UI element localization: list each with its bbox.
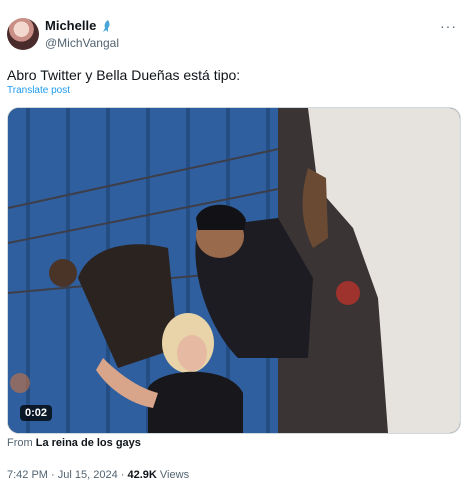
tweet-text: Abro Twitter y Bella Dueñas está tipo:: [7, 67, 241, 83]
meta-separator: ·: [51, 469, 55, 481]
author-handle[interactable]: @MichVangal: [45, 36, 119, 50]
media-source-link[interactable]: La reina de los gays: [36, 437, 141, 449]
more-options-icon[interactable]: ···: [440, 18, 457, 34]
tweet-date[interactable]: Jul 15, 2024: [58, 469, 118, 481]
avatar[interactable]: [7, 18, 39, 50]
mermaid-emoji-icon: [103, 19, 110, 32]
author-display-name[interactable]: Michelle: [45, 18, 96, 33]
views-label: Views: [159, 469, 190, 481]
video-frame: [8, 108, 460, 433]
video-player[interactable]: 0:02: [7, 107, 461, 434]
tweet-time[interactable]: 7:42 PM: [7, 469, 48, 481]
media-source: From La reina de los gays: [7, 437, 141, 449]
meta-separator-2: ·: [120, 469, 125, 481]
tweet-meta: 7:42 PM · Jul 15, 2024 · 42.9K Views: [7, 469, 189, 481]
translate-post-link[interactable]: Translate post: [7, 85, 70, 96]
media-source-prefix: From: [7, 437, 33, 449]
author-name-row: Michelle: [45, 18, 114, 33]
views-count: 42.9K: [127, 469, 157, 481]
video-duration-badge: 0:02: [20, 405, 53, 421]
